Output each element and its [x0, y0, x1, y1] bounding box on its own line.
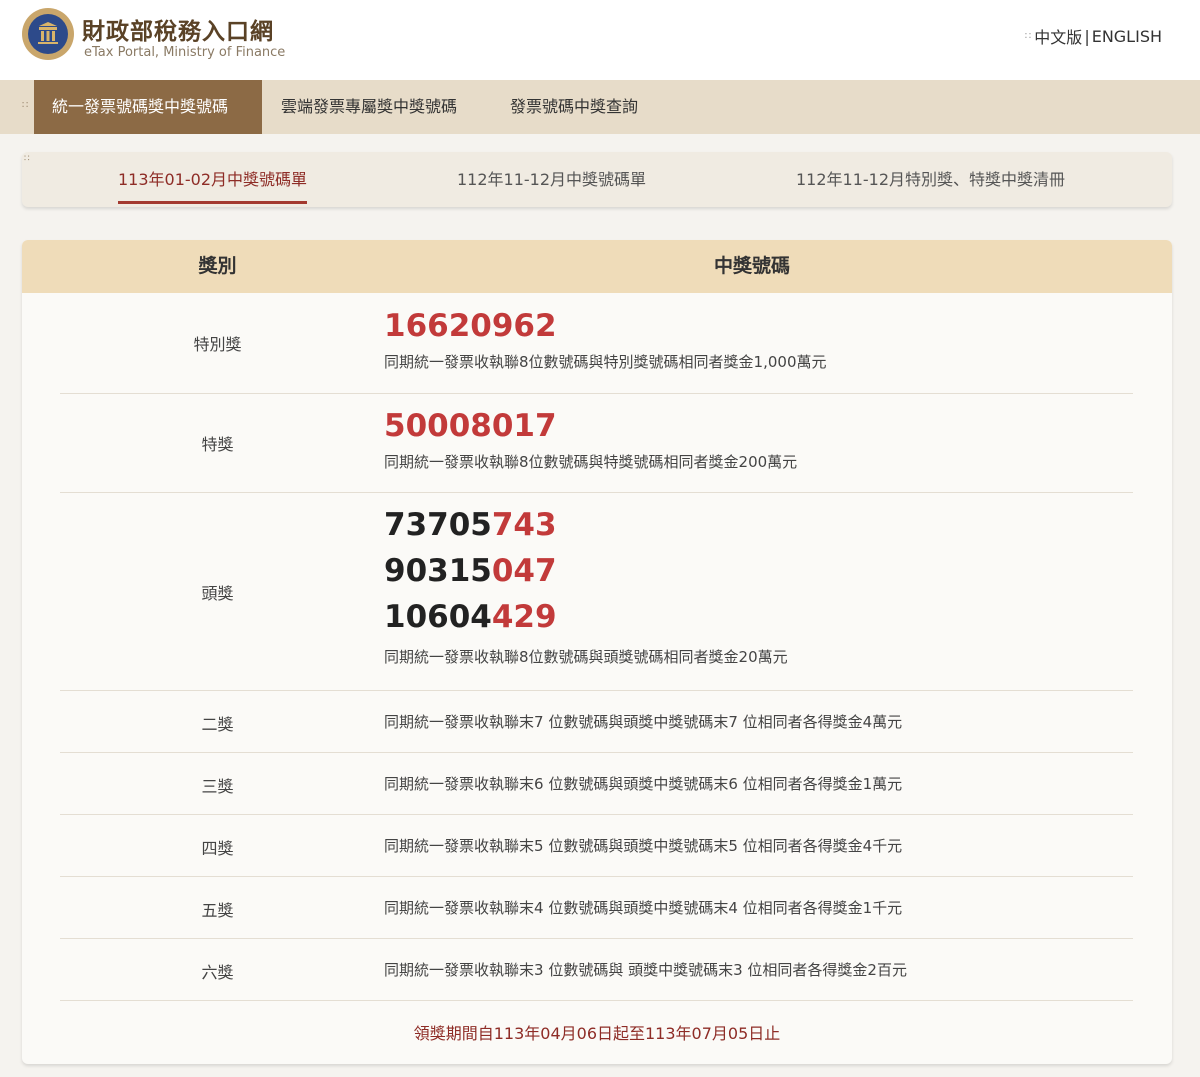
prize-note: 同期統一發票收執聯8位數號碼與特獎號碼相同者獎金200萬元	[384, 453, 798, 471]
dots-icon: ∷	[1024, 30, 1031, 42]
prize-note: 同期統一發票收執聯8位數號碼與特別獎號碼相同者獎金1,000萬元	[384, 353, 827, 371]
table-row-sixth-prize: 六獎 同期統一發票收執聯末3 位數號碼與 頭獎中獎號碼末3 位相同者各得獎金2百…	[60, 939, 1133, 1001]
period-tabs: ∷ 113年01-02月中獎號碼單 112年11-12月中獎號碼單 112年11…	[22, 152, 1172, 207]
prize-name: 四獎	[201, 839, 234, 858]
table-row-first-prize: 頭獎 73705743 90315047 10604429 同期統一發票收執聯8…	[60, 493, 1133, 691]
prize-name: 二獎	[201, 715, 234, 734]
table-header: 獎別 中獎號碼	[22, 240, 1172, 293]
prize-note: 同期統一發票收執聯末3 位數號碼與 頭獎中獎號碼末3 位相同者各得獎金2百元	[384, 961, 907, 979]
prize-name: 五獎	[201, 901, 234, 920]
winning-number: 10604429	[384, 599, 557, 635]
nav-item-cloud-invoice[interactable]: 雲端發票專屬獎中獎號碼	[263, 80, 475, 134]
prize-name: 頭獎	[201, 584, 234, 603]
nav-item-invoice-lookup[interactable]: 發票號碼中獎查詢	[492, 80, 656, 134]
prize-note: 同期統一發票收執聯末4 位數號碼與頭獎中獎號碼末4 位相同者各得獎金1千元	[384, 899, 903, 917]
prize-table: 獎別 中獎號碼 特別獎 16620962 同期統一發票收執聯8位數號碼與特別獎號…	[22, 240, 1172, 1064]
site-title[interactable]: 財政部稅務入口網	[82, 12, 274, 46]
main-nav: ∷ 統一發票號碼獎中獎號碼 雲端發票專屬獎中獎號碼 發票號碼中獎查詢	[0, 80, 1200, 134]
winning-number: 16620962	[384, 308, 557, 344]
table-row-special-prize: 特別獎 16620962 同期統一發票收執聯8位數號碼與特別獎號碼相同者獎金1,…	[60, 293, 1133, 394]
prize-name: 特別獎	[193, 335, 242, 354]
dots-icon: ∷	[22, 100, 29, 111]
winning-number: 90315047	[384, 553, 557, 589]
nav-item-invoice-numbers[interactable]: 統一發票號碼獎中獎號碼	[34, 80, 262, 134]
winning-number: 73705743	[384, 507, 557, 543]
prize-note: 同期統一發票收執聯末7 位數號碼與頭獎中獎號碼末7 位相同者各得獎金4萬元	[384, 713, 903, 731]
tab-113-01-02[interactable]: 113年01-02月中獎號碼單	[118, 166, 308, 204]
prize-name: 三獎	[201, 777, 234, 796]
prize-note: 同期統一發票收執聯末6 位數號碼與頭獎中獎號碼末6 位相同者各得獎金1萬元	[384, 775, 903, 793]
table-row-fifth-prize: 五獎 同期統一發票收執聯末4 位數號碼與頭獎中獎號碼末4 位相同者各得獎金1千元	[60, 877, 1133, 939]
table-row-grand-prize: 特獎 50008017 同期統一發票收執聯8位數號碼與特獎號碼相同者獎金200萬…	[60, 394, 1133, 493]
ministry-logo-icon[interactable]	[22, 8, 74, 60]
tab-112-11-12[interactable]: 112年11-12月中獎號碼單	[457, 166, 646, 201]
language-switch: ∷ 中文版 | ENGLISH	[1025, 24, 1162, 48]
lang-zh-link[interactable]: 中文版	[1034, 24, 1082, 48]
column-header-numbers: 中獎號碼	[713, 255, 790, 277]
winning-number: 50008017	[384, 408, 557, 444]
prize-note: 同期統一發票收執聯末5 位數號碼與頭獎中獎號碼末5 位相同者各得獎金4千元	[384, 837, 903, 855]
site-header: 財政部稅務入口網 eTax Portal, Ministry of Financ…	[0, 0, 1200, 80]
claim-period-note: 領獎期間自113年04月06日起至113年07月05日止	[413, 1024, 781, 1043]
tab-112-11-12-special-list[interactable]: 112年11-12月特別獎、特獎中獎清冊	[796, 166, 1065, 201]
column-header-prize: 獎別	[198, 255, 237, 277]
prize-name: 特獎	[201, 435, 234, 454]
table-row-second-prize: 二獎 同期統一發票收執聯末7 位數號碼與頭獎中獎號碼末7 位相同者各得獎金4萬元	[60, 691, 1133, 753]
table-row-fourth-prize: 四獎 同期統一發票收執聯末5 位數號碼與頭獎中獎號碼末5 位相同者各得獎金4千元	[60, 815, 1133, 877]
prize-name: 六獎	[201, 963, 234, 982]
lang-separator: |	[1084, 26, 1090, 46]
table-row-third-prize: 三獎 同期統一發票收執聯末6 位數號碼與頭獎中獎號碼末6 位相同者各得獎金1萬元	[60, 753, 1133, 815]
site-subtitle: eTax Portal, Ministry of Finance	[84, 45, 286, 60]
prize-note: 同期統一發票收執聯8位數號碼與頭獎號碼相同者獎金20萬元	[384, 648, 788, 666]
lang-en-link[interactable]: ENGLISH	[1092, 27, 1162, 46]
dots-icon: ∷	[24, 154, 30, 164]
